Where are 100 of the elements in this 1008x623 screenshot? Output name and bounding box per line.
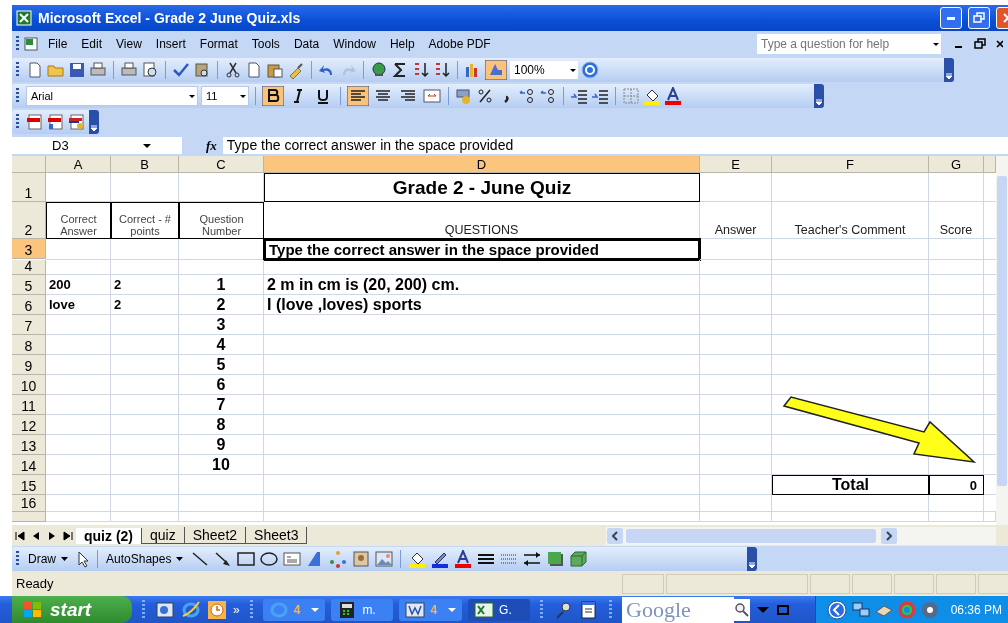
oval-icon[interactable] [259, 549, 280, 568]
vertical-scrollbar[interactable] [996, 156, 1008, 525]
taskbar-button[interactable]: G. [468, 598, 531, 621]
toolbar-options-icon[interactable] [89, 110, 99, 134]
column-header[interactable]: F [772, 156, 929, 173]
restore-button[interactable] [968, 7, 990, 29]
caret-icon[interactable] [756, 604, 771, 615]
arrow-style-icon[interactable] [522, 549, 543, 568]
menu-item[interactable]: Window [326, 37, 383, 51]
row-header[interactable]: 6 [12, 295, 46, 315]
fill-color-icon[interactable] [643, 87, 661, 105]
workbook-icon[interactable] [23, 36, 41, 52]
insert-function-icon[interactable]: fx [206, 137, 217, 154]
font-dropdown[interactable]: Arial [26, 86, 198, 106]
increase-indent-icon[interactable] [591, 87, 609, 105]
menu-item[interactable]: Insert [148, 37, 193, 51]
row-header[interactable]: 14 [12, 455, 46, 475]
pdf-document-icon[interactable] [26, 113, 44, 131]
start-button[interactable]: start [12, 596, 132, 623]
search-icon[interactable] [734, 601, 751, 618]
rectangle-icon[interactable] [236, 549, 257, 568]
column-header[interactable]: A [46, 156, 111, 173]
sheet-tab[interactable]: quiz (2) [76, 527, 142, 544]
sort-ascending-icon[interactable] [412, 61, 430, 79]
row-header[interactable]: 7 [12, 315, 46, 335]
pdf-document-icon[interactable] [47, 113, 65, 131]
formula-field[interactable]: Type the correct answer in the space provided [222, 137, 1008, 154]
scroll-right-icon[interactable] [880, 527, 898, 544]
decrease-indent-icon[interactable] [570, 87, 588, 105]
align-left-icon[interactable] [347, 86, 369, 106]
column-header[interactable]: B [111, 156, 179, 173]
horizontal-scrollbar[interactable] [606, 526, 996, 545]
shadow-icon[interactable] [545, 549, 566, 568]
draw-menu-button[interactable]: Draw [26, 551, 58, 566]
row-header[interactable]: 5 [12, 275, 46, 295]
name-box[interactable]: D3 [12, 137, 182, 154]
save-icon[interactable] [68, 61, 86, 79]
autoshapes-menu-button[interactable]: AutoShapes [104, 551, 174, 566]
font-color-icon[interactable] [453, 549, 474, 568]
toolbar-options-icon[interactable] [814, 84, 824, 108]
font-size-dropdown[interactable]: 11 [201, 86, 249, 106]
browser-icon[interactable] [181, 599, 201, 620]
sheet-tab[interactable]: Sheet2 [184, 527, 247, 544]
three-d-icon[interactable] [568, 549, 589, 568]
show-more-button[interactable]: » [233, 602, 240, 617]
menu-item[interactable]: Tools [244, 37, 287, 51]
clock-icon[interactable] [207, 599, 227, 620]
toolbar-options-icon[interactable] [944, 58, 954, 82]
row-header[interactable]: 8 [12, 335, 46, 355]
toolbar-options-icon[interactable] [747, 546, 757, 571]
row-header[interactable]: 16 [12, 495, 46, 512]
row-header[interactable]: 3 [12, 239, 46, 259]
first-sheet-icon[interactable] [14, 529, 26, 542]
last-sheet-icon[interactable] [62, 529, 74, 542]
menu-item[interactable]: Edit [74, 37, 110, 51]
cut-icon[interactable] [224, 61, 242, 79]
menu-item[interactable]: Format [192, 37, 245, 51]
sheet-tab[interactable]: quiz [142, 527, 185, 544]
row-header[interactable]: 1 [12, 173, 46, 202]
collapse-tray-icon[interactable] [825, 598, 848, 621]
picture-icon[interactable] [374, 549, 395, 568]
drawing-toggle-icon[interactable] [485, 60, 507, 80]
menu-item[interactable]: Data [286, 37, 327, 51]
zoom-dropdown[interactable]: 100% [510, 61, 578, 79]
merge-and-center-icon[interactable] [422, 87, 442, 105]
sheet-tab[interactable]: Sheet3 [246, 527, 308, 544]
column-header[interactable]: C [179, 156, 264, 173]
menu-item[interactable]: File [41, 37, 75, 51]
help-icon[interactable] [581, 61, 599, 79]
restore-icon[interactable] [974, 38, 986, 50]
print-icon[interactable] [120, 61, 138, 79]
column-header[interactable]: E [700, 156, 772, 173]
menu-item[interactable]: Adobe PDF [421, 37, 498, 51]
percent-icon[interactable] [476, 87, 494, 105]
decrease-decimal-icon[interactable] [539, 87, 557, 105]
spelling-icon[interactable] [172, 61, 190, 79]
print-preview-icon[interactable] [141, 61, 159, 79]
row-header[interactable]: 4 [12, 260, 46, 275]
help-search-field[interactable]: Type a question for help [757, 34, 941, 54]
search-field[interactable]: Google [622, 598, 751, 621]
paste-icon[interactable] [266, 61, 284, 79]
row-header[interactable]: 12 [12, 415, 46, 435]
pdf-convert-icon[interactable] [68, 113, 86, 131]
row-header[interactable]: 9 [12, 355, 46, 375]
increase-decimal-icon[interactable] [518, 87, 536, 105]
minimize-button[interactable] [940, 7, 962, 29]
clip-art-icon[interactable] [351, 549, 372, 568]
ring-icon[interactable] [896, 599, 917, 620]
row-header[interactable]: 10 [12, 375, 46, 395]
row-header[interactable]: 15 [12, 475, 46, 495]
window-icon[interactable] [776, 602, 791, 617]
format-painter-icon[interactable] [287, 61, 305, 79]
circle-icon[interactable] [919, 599, 940, 620]
column-header[interactable]: G [929, 156, 984, 173]
menu-item[interactable]: Help [382, 37, 422, 51]
diagram-icon[interactable] [328, 549, 349, 568]
row-header[interactable]: 11 [12, 395, 46, 415]
pointer-icon[interactable] [75, 549, 91, 568]
bold-icon[interactable] [262, 86, 284, 106]
column-header[interactable]: D [264, 156, 700, 173]
